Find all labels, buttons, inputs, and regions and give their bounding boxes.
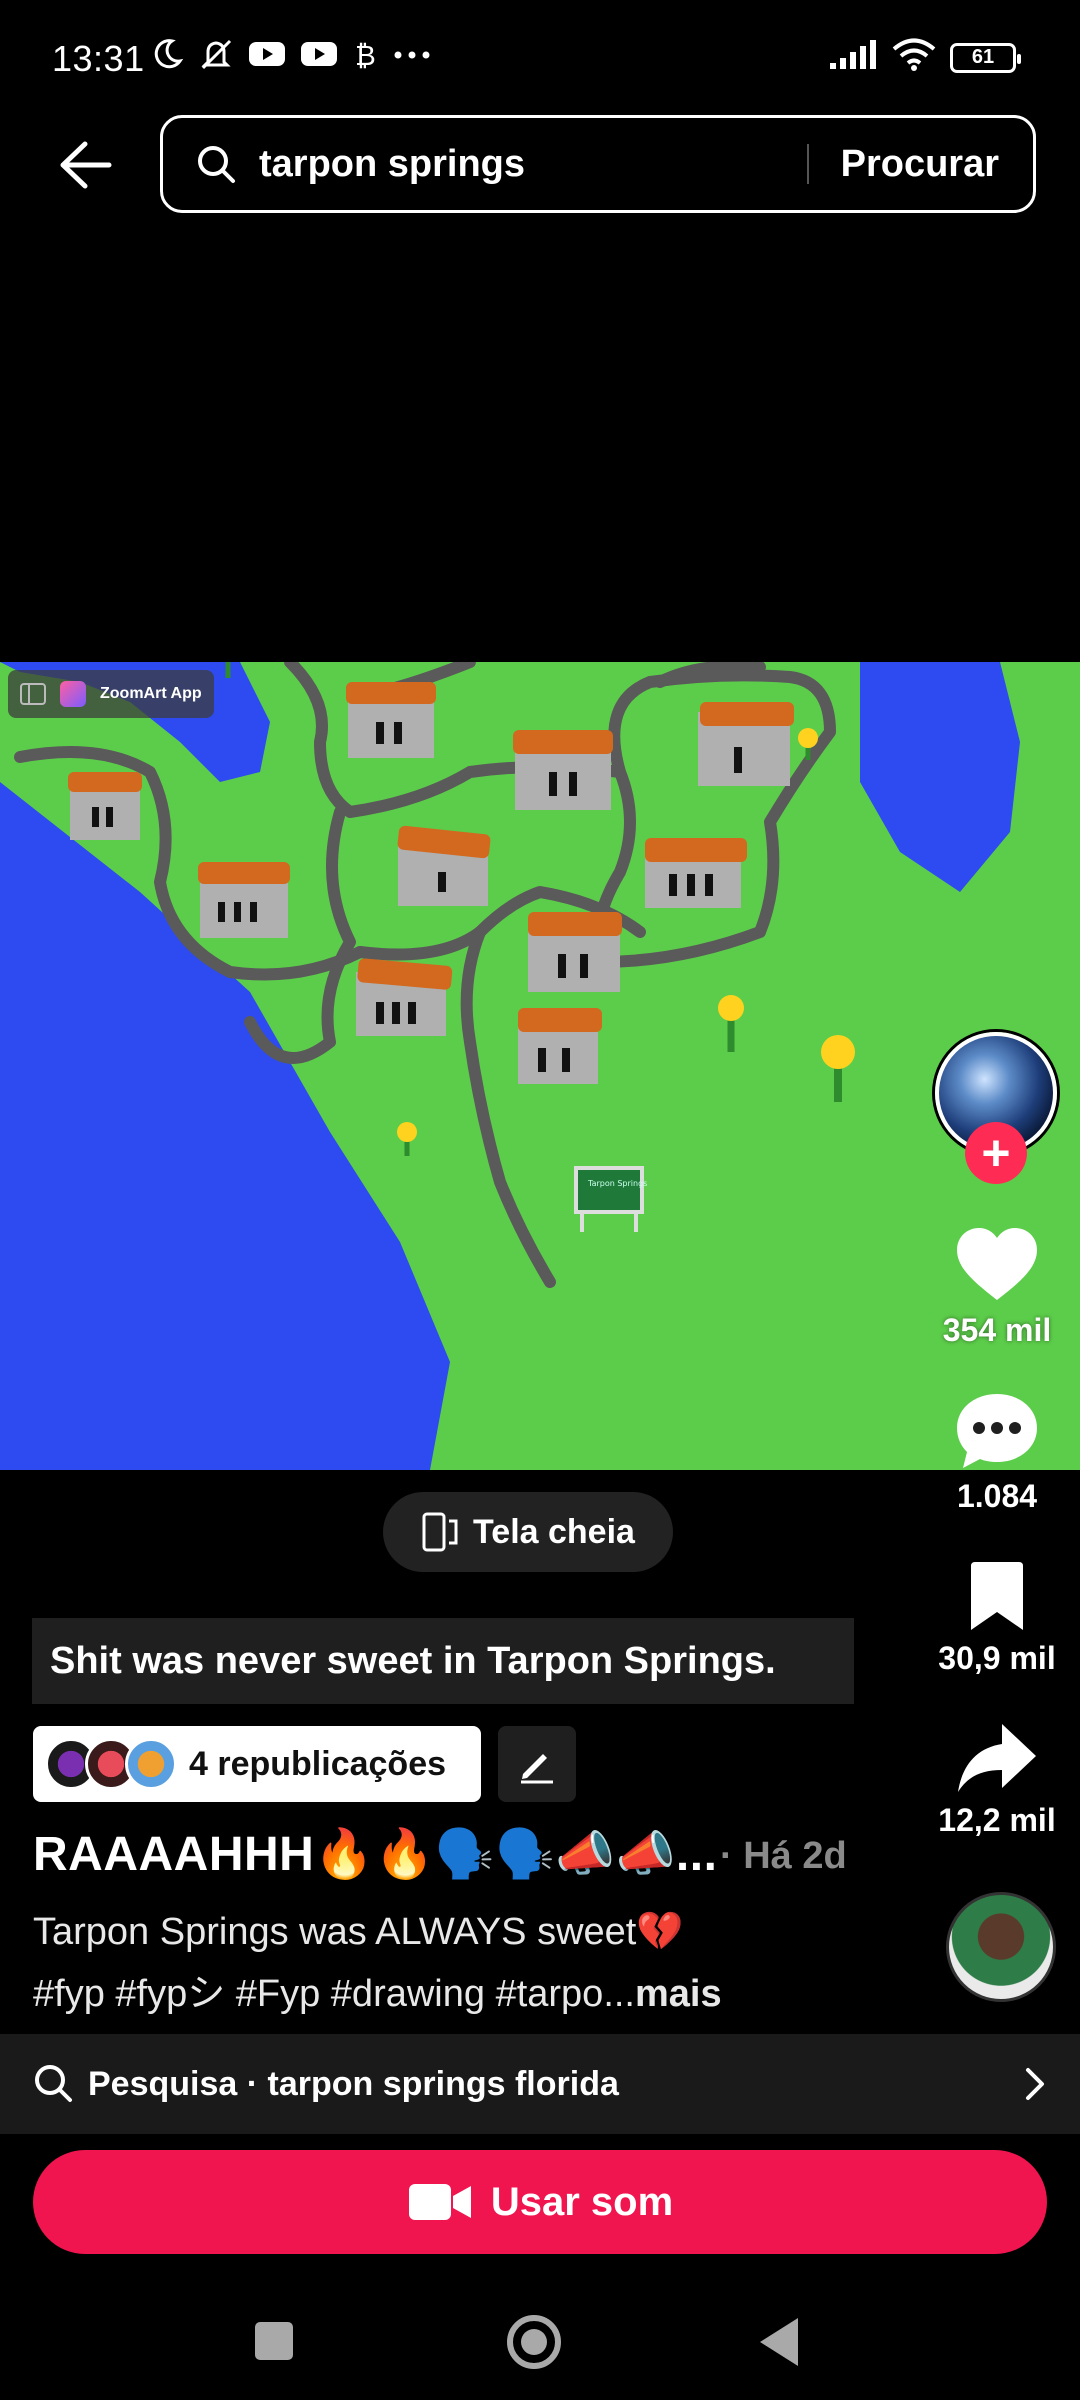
description-text: Tarpon Springs was ALWAYS sweet💔	[33, 1911, 684, 1953]
video-title: RAAAAHHH🔥🔥🗣️🗣️📣📣...	[33, 1828, 718, 1881]
fullscreen-button[interactable]: Tela cheia	[383, 1492, 673, 1572]
share-button[interactable]: 12,2 mil	[930, 1722, 1064, 1839]
watermark-text: ZoomArt App	[100, 685, 202, 702]
battery-icon: 61	[950, 42, 1021, 73]
fullscreen-label: Tela cheia	[473, 1512, 635, 1551]
use-sound-button[interactable]: Usar som	[33, 2150, 1047, 2254]
signal-icon	[828, 39, 878, 76]
moon-icon	[150, 37, 184, 76]
back-nav-icon[interactable]	[760, 2318, 798, 2366]
repost-avatars	[45, 1738, 177, 1790]
edit-button[interactable]	[498, 1726, 576, 1802]
back-arrow-icon	[60, 141, 112, 189]
recents-icon[interactable]	[255, 2322, 293, 2360]
use-sound-label: Usar som	[490, 2179, 674, 2224]
mute-icon	[198, 36, 234, 77]
reposts-label: 4 republicações	[189, 1744, 447, 1783]
hashtags[interactable]: #fyp #fypシ #Fyp #drawing #tarpo...	[33, 1973, 635, 2015]
svg-text:₿: ₿	[355, 39, 376, 71]
search-divider	[806, 144, 809, 184]
save-button[interactable]: 30,9 mil	[930, 1560, 1064, 1677]
like-count: 354 mil	[942, 1312, 1052, 1348]
youtube-icon	[300, 40, 338, 73]
youtube-icon	[248, 40, 286, 73]
search-icon	[193, 141, 239, 187]
more-link[interactable]: mais	[635, 1973, 722, 2015]
search-suggestion-label: Pesquisa · tarpon springs florida	[88, 2064, 619, 2103]
status-icons-right: 61	[828, 38, 1021, 77]
panel-icon	[20, 683, 46, 705]
video-player[interactable]: Tarpon Springs ZoomArt App	[0, 662, 1080, 1470]
reposts-button[interactable]: 4 republicações	[33, 1726, 481, 1802]
status-icons-left: ₿	[150, 36, 432, 77]
video-caption: Shit was never sweet in Tarpon Springs.	[32, 1618, 854, 1704]
video-camera-icon	[408, 2184, 471, 2220]
bitcoin-icon: ₿	[352, 37, 378, 76]
wifi-icon	[892, 38, 936, 77]
status-bar: 13:31 ₿ 61	[0, 0, 1080, 120]
like-button[interactable]: 354 mil	[930, 1226, 1064, 1349]
heart-icon	[957, 1228, 1037, 1300]
music-avatar[interactable]	[946, 1892, 1056, 2002]
back-button[interactable]	[50, 130, 120, 200]
more-icon	[392, 48, 432, 66]
share-arrow-icon	[958, 1724, 1036, 1792]
pencil-icon	[521, 1754, 553, 1784]
search-suggestion-bar[interactable]: Pesquisa · tarpon springs florida	[0, 2034, 1080, 2134]
avatar	[125, 1738, 177, 1790]
comment-icon	[957, 1394, 1037, 1468]
sign-text: Tarpon Springs	[587, 1179, 647, 1188]
fullscreen-rotate-icon	[422, 1512, 458, 1552]
follow-button[interactable]: +	[965, 1122, 1027, 1184]
save-count: 30,9 mil	[938, 1640, 1056, 1676]
status-time: 13:31	[52, 38, 145, 79]
share-count: 12,2 mil	[938, 1802, 1056, 1838]
posted-time: · Há 2d	[720, 1835, 847, 1877]
zoomart-logo-icon	[60, 681, 86, 707]
search-icon	[35, 2065, 72, 2102]
bookmark-icon	[971, 1562, 1023, 1630]
search-input[interactable]: tarpon springs	[259, 143, 807, 186]
chevron-right-icon	[1026, 2068, 1044, 2100]
comment-count: 1.084	[956, 1478, 1038, 1514]
android-nav-bar	[0, 2280, 1080, 2400]
comment-button[interactable]: 1.084	[930, 1392, 1064, 1515]
description-tags: #fyp #fypシ #Fyp #drawing #tarpo...mais	[33, 1962, 722, 2017]
search-box[interactable]: tarpon springs Procurar	[160, 115, 1036, 213]
video-frame-map-drawing: Tarpon Springs	[0, 662, 1080, 1470]
search-submit-button[interactable]: Procurar	[841, 143, 999, 186]
watermark: ZoomArt App	[8, 670, 214, 718]
